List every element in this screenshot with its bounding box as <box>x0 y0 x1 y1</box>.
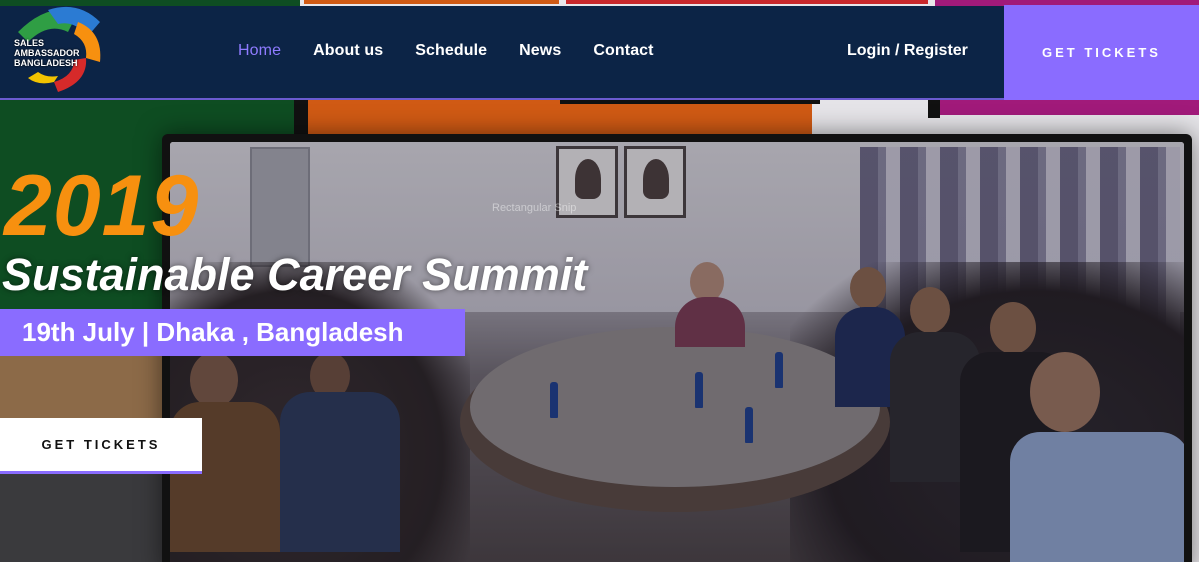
nav-item-home[interactable]: Home <box>238 42 281 60</box>
bg-block-dark-gray <box>0 470 170 562</box>
main-nav: Home About us Schedule News Contact <box>238 42 654 60</box>
logo-line-1: SALES <box>14 38 45 48</box>
bg-block-orange-top <box>304 0 559 4</box>
login-register-link[interactable]: Login / Register <box>847 42 968 60</box>
logo-text: SALES AMBASSADOR BANGLADESH <box>14 38 80 68</box>
site-header: SALES AMBASSADOR BANGLADESH Home About u… <box>0 6 1004 100</box>
logo-line-3: BANGLADESH <box>14 58 78 68</box>
header-get-tickets-button[interactable]: GET TICKETS <box>1004 5 1199 100</box>
nav-item-about-us[interactable]: About us <box>313 42 383 60</box>
page: Rectangular Snip SALES AMBASSADOR BANGLA… <box>0 0 1199 562</box>
hero-title: Sustainable Career Summit <box>2 249 588 300</box>
hero-date-location: 19th July | Dhaka , Bangladesh <box>22 317 404 347</box>
hero-year: 2019 <box>4 158 200 254</box>
nav-item-contact[interactable]: Contact <box>593 42 653 60</box>
site-logo[interactable]: SALES AMBASSADOR BANGLADESH <box>8 2 108 98</box>
bg-block-red <box>566 0 928 4</box>
logo-line-2: AMBASSADOR <box>14 48 80 58</box>
bg-block-black-right <box>928 100 940 118</box>
hero-date-bar: 19th July | Dhaka , Bangladesh <box>0 309 465 356</box>
photo-caption-ghost: Rectangular Snip <box>492 202 577 214</box>
hero-get-tickets-button[interactable]: GET TICKETS <box>0 418 202 474</box>
nav-item-schedule[interactable]: Schedule <box>415 42 487 60</box>
nav-item-news[interactable]: News <box>519 42 561 60</box>
